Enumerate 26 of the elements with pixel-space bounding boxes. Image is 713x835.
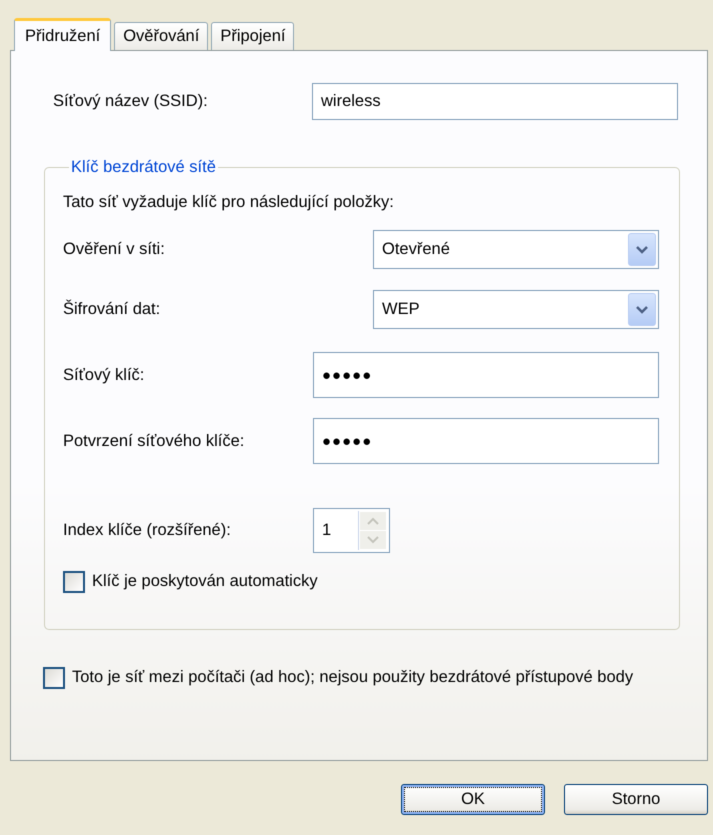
password-field[interactable]: ●●●●●: [313, 352, 659, 398]
spin-box[interactable]: 1: [313, 508, 390, 553]
dialog-button[interactable]: Storno: [564, 784, 708, 815]
chevron-down-icon: [628, 293, 656, 326]
checkbox-label: Toto je síť mezi počítači (ad hoc); nejsou použity bezdrátové přístupové body: [72, 667, 634, 688]
checkbox[interactable]: [43, 667, 65, 689]
spin-arrows-icon: [358, 511, 387, 550]
group-title: Klíč bezdrátové sítě: [70, 158, 217, 177]
dropdown[interactable]: WEP: [373, 290, 659, 329]
tab[interactable]: Ověřování: [114, 22, 208, 50]
field-label: Potvrzení síťového klíče:: [63, 432, 246, 450]
field-label: Síťový klíč:: [63, 366, 146, 384]
field-label: Síťový název (SSID):: [53, 92, 209, 111]
checkbox[interactable]: [63, 571, 85, 593]
field-label: Šifrování dat:: [63, 300, 162, 319]
tab[interactable]: Přidružení: [14, 18, 112, 51]
field-label: Ověření v síti:: [63, 240, 166, 259]
tab[interactable]: Připojení: [211, 22, 294, 50]
field-label: Index klíče (rozšířené):: [63, 521, 232, 540]
chevron-down-icon: [628, 233, 656, 266]
input-field[interactable]: wireless: [312, 83, 678, 120]
checkbox-label: Klíč je poskytován automaticky: [92, 571, 318, 592]
dropdown[interactable]: Otevřené: [373, 230, 659, 269]
group-description: Tato síť vyžaduje klíč pro následující položky:: [63, 192, 395, 213]
password-field[interactable]: ●●●●●: [313, 418, 659, 464]
dialog-button[interactable]: OK: [401, 784, 545, 815]
